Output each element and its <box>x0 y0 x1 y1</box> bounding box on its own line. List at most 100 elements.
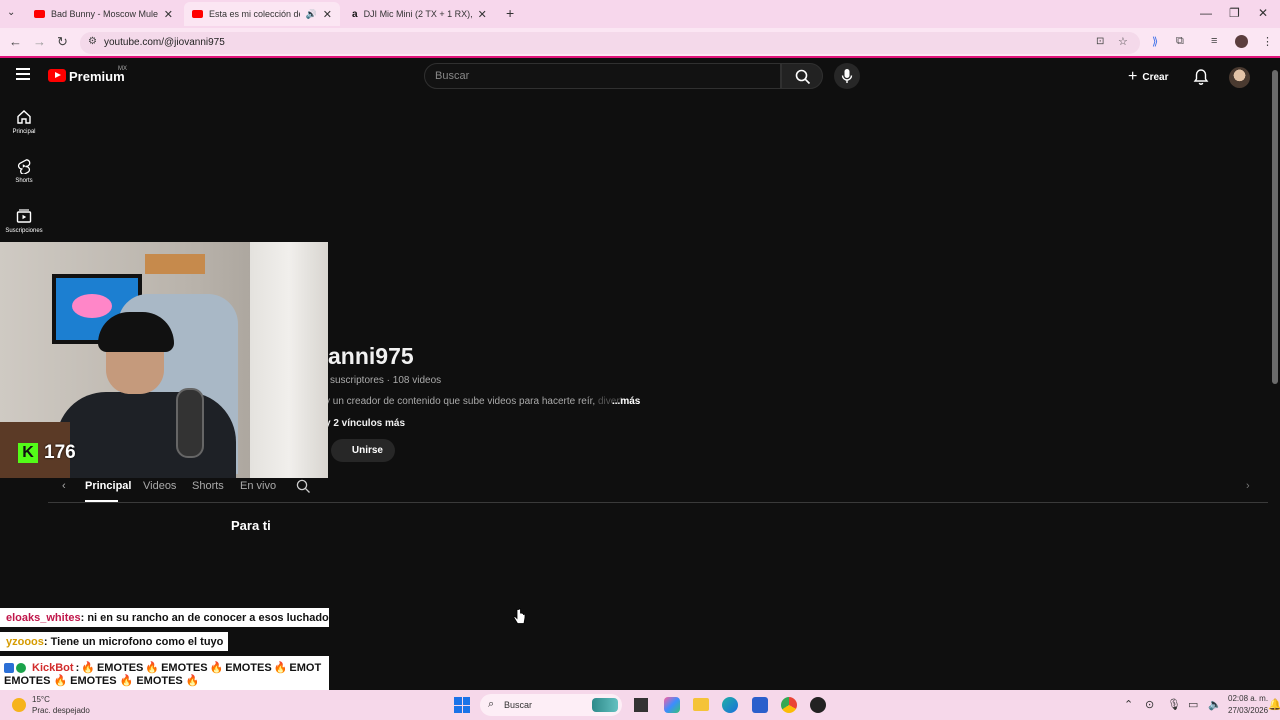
tabs-scroll-right-icon[interactable]: › <box>1246 480 1250 492</box>
page-scrollbar[interactable] <box>1270 60 1280 690</box>
chat-text: EMOTES <box>136 674 183 687</box>
window-close-icon[interactable]: ✕ <box>1258 6 1268 20</box>
browser-tab-strip: ⌄ Bad Bunny - Moscow Mule (Offi ✕ Esta e… <box>0 0 1280 28</box>
sidebar-item-label: Shorts <box>15 178 33 184</box>
channel-description-text: y un creador de contenido que sube video… <box>325 396 598 407</box>
chrome-icon[interactable] <box>781 697 797 713</box>
windows-start-icon[interactable] <box>454 697 470 713</box>
more-menu-icon[interactable]: ⋮ <box>1262 35 1273 48</box>
notifications-bell-icon[interactable] <box>1193 68 1209 86</box>
store-icon[interactable] <box>752 697 768 713</box>
site-info-icon[interactable]: ⚙ <box>88 36 97 47</box>
extensions-puzzle-icon[interactable]: ⧉ <box>1176 35 1184 48</box>
chat-message: yzooos : Tiene un microfono como el tuyo <box>0 632 228 651</box>
tab-search-dropdown-icon[interactable]: ⌄ <box>7 7 21 21</box>
verified-badge-icon <box>16 662 26 673</box>
search-icon <box>795 69 811 85</box>
taskbar-search[interactable]: ⌕ Buscar <box>480 694 622 716</box>
close-icon[interactable]: ✕ <box>478 8 487 21</box>
active-tab-indicator <box>85 500 118 502</box>
tab-videos[interactable]: Videos <box>143 480 176 492</box>
profile-avatar[interactable] <box>1235 35 1248 48</box>
search-input[interactable] <box>424 63 781 89</box>
create-label: Crear <box>1142 71 1169 83</box>
windows-taskbar: 15°C Prac. despejado ⌕ Buscar ⌃ ⊙ 🎙 ▭ 🔈 … <box>0 690 1280 720</box>
close-icon[interactable]: ✕ <box>164 8 173 21</box>
new-tab-icon[interactable]: + <box>506 5 514 21</box>
tab-principal[interactable]: Principal <box>85 480 131 492</box>
search-button[interactable] <box>781 63 823 89</box>
sidebar-item-label: Principal <box>12 129 36 135</box>
amazon-icon: a <box>352 8 358 20</box>
system-clock[interactable]: 02:08 a. m. 27/03/2026 <box>1228 693 1268 717</box>
file-explorer-icon[interactable] <box>693 698 709 711</box>
hand-cursor-icon <box>513 608 526 624</box>
notifications-icon[interactable]: 🔔 <box>1268 698 1280 711</box>
meet-now-icon[interactable]: ⊙ <box>1145 698 1154 711</box>
join-button[interactable]: Unirse <box>331 439 395 462</box>
browser-tab-3[interactable]: a DJI Mic Mini (2 TX + 1 RX), mic ✕ <box>344 2 499 26</box>
address-bar[interactable]: ⚙ youtube.com/@jiovanni975 ⊡ ☆ <box>80 32 1140 54</box>
subscriptions-icon <box>16 209 32 223</box>
network-icon[interactable]: ▭ <box>1188 698 1198 711</box>
close-icon[interactable]: ✕ <box>323 8 332 21</box>
more-link[interactable]: ...más <box>612 396 640 407</box>
bookmark-star-icon[interactable]: ☆ <box>1118 35 1128 48</box>
browser-tab-2[interactable]: Esta es mi colección de Ma 🔊 ✕ <box>184 2 340 26</box>
account-avatar[interactable] <box>1229 67 1250 88</box>
weather-desc: Prac. despejado <box>32 706 90 715</box>
section-title: Para ti <box>231 518 271 533</box>
channel-links[interactable]: y 2 vínculos más <box>325 418 405 429</box>
reload-icon[interactable]: ↻ <box>57 34 68 50</box>
volume-icon[interactable]: 🔈 <box>1208 698 1222 711</box>
tab-en-vivo[interactable]: En vivo <box>240 480 276 492</box>
fire-emote-icon: 🔥 <box>273 662 288 674</box>
weather-temp: 15°C <box>32 695 50 704</box>
youtube-logo-icon[interactable] <box>48 69 66 82</box>
hamburger-menu-icon[interactable] <box>16 68 30 80</box>
chat-text: EMOTES <box>96 661 144 674</box>
fire-emote-icon: 🔥 <box>81 662 95 674</box>
microphone-icon <box>841 69 853 83</box>
install-app-icon[interactable]: ⊡ <box>1096 36 1104 47</box>
task-view-icon[interactable] <box>634 698 648 712</box>
minimize-icon[interactable]: — <box>1200 6 1212 20</box>
microphone-tray-icon[interactable]: 🎙 <box>1167 698 1181 711</box>
chat-text: EMOT <box>289 661 322 674</box>
youtube-header: Premium MX + Crear <box>0 60 1270 94</box>
forward-icon[interactable]: → <box>33 34 46 49</box>
restore-icon[interactable]: ❐ <box>1229 6 1240 20</box>
chat-text: : Tiene un microfono como el tuyo <box>43 635 224 648</box>
copilot-icon[interactable] <box>664 697 680 713</box>
show-hidden-icons-icon[interactable]: ⌃ <box>1124 698 1133 711</box>
fire-emote-icon: 🔥 <box>53 675 68 687</box>
sidebar-item-suscripciones[interactable]: Suscripciones <box>0 208 48 234</box>
create-button[interactable]: + Crear <box>1128 68 1168 86</box>
speaker-icon[interactable]: 🔊 <box>306 9 317 20</box>
sidebar-item-shorts[interactable]: Shorts <box>0 158 48 184</box>
voice-search-button[interactable] <box>834 63 860 89</box>
extension-icon[interactable]: ⟫ <box>1152 35 1158 48</box>
url-text[interactable]: youtube.com/@jiovanni975 <box>104 37 225 48</box>
edge-icon[interactable] <box>722 697 738 713</box>
youtube-brand[interactable]: Premium <box>69 69 125 84</box>
browser-tab-1[interactable]: Bad Bunny - Moscow Mule (Offi ✕ <box>26 2 181 26</box>
chat-message: KickBot : 🔥 EMOTES 🔥 EMOTES 🔥 EMOTES 🔥 E… <box>0 656 329 692</box>
weather-widget[interactable]: 15°C Prac. despejado <box>12 694 90 716</box>
channel-description[interactable]: y un creador de contenido que sube video… <box>325 396 622 407</box>
fire-emote-icon: 🔥 <box>185 675 200 687</box>
tabs-scroll-left-icon[interactable]: ‹ <box>62 480 66 492</box>
chat-text: EMOTES <box>161 661 208 674</box>
kick-logo-icon: K <box>18 443 38 463</box>
sidebar-item-principal[interactable]: Principal <box>0 109 48 135</box>
media-control-icon[interactable]: ≡ <box>1211 35 1217 47</box>
back-icon[interactable]: ← <box>9 34 22 49</box>
search-highlight-icon <box>592 698 618 712</box>
youtube-icon <box>192 10 203 18</box>
chat-message: eloaks_whites : ni en su rancho an de co… <box>0 608 329 627</box>
tab-shorts[interactable]: Shorts <box>192 480 224 492</box>
chat-text: EMOTES <box>225 661 272 674</box>
app-icon[interactable] <box>810 697 826 713</box>
channel-search-icon[interactable] <box>296 479 311 494</box>
scrollbar-thumb[interactable] <box>1272 70 1278 384</box>
